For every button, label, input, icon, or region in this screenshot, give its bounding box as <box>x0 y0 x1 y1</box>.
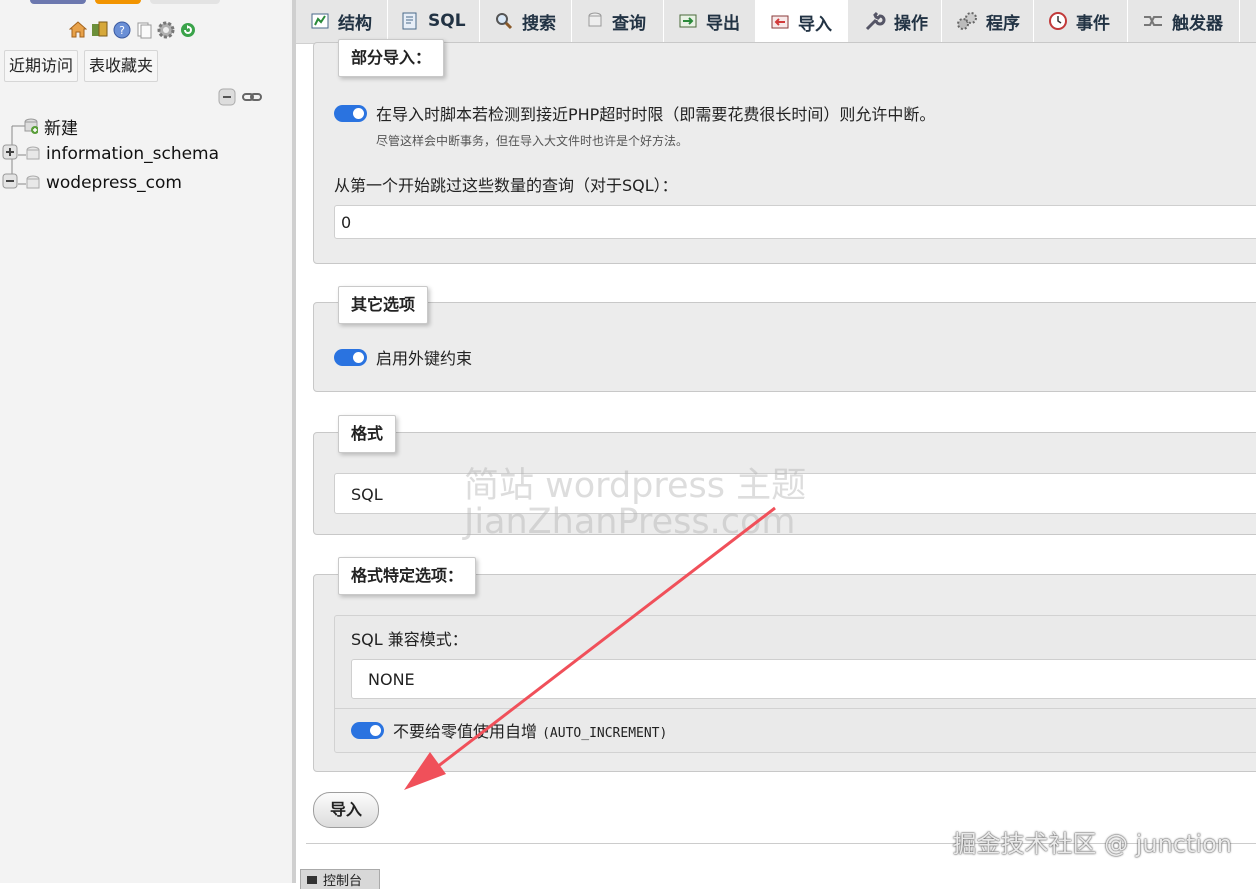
sql-options-panel: SQL 兼容模式： NONE 不要给零值使用自增 (AUTO_INCREMENT… <box>334 615 1256 753</box>
recent-tables-button[interactable]: 近期访问 <box>4 50 79 82</box>
no-auto-value-label[interactable]: 不要给零值使用自增 (AUTO_INCREMENT) <box>393 718 667 742</box>
tree-item-label: information_schema <box>46 144 220 164</box>
tab-label: 导入 <box>798 14 832 35</box>
no-auto-value-code: (AUTO_INCREMENT) <box>542 726 668 741</box>
tree-item-information-schema[interactable]: information_schema <box>2 141 219 167</box>
fieldset-legend: 部分导入： <box>338 39 445 77</box>
no-auto-value-toggle[interactable] <box>351 721 384 739</box>
format-select[interactable]: SQL <box>334 473 1256 514</box>
allow-interrupt-hint: 尽管这样会中断事务，但在导入大文件时也许是个好方法。 <box>376 134 689 148</box>
collapse-all-icon[interactable] <box>218 88 236 110</box>
structure-icon <box>311 13 329 29</box>
fieldset-legend: 格式特定选项： <box>338 557 477 595</box>
settings-icon[interactable] <box>156 20 175 39</box>
format-specific-fieldset: 格式特定选项： SQL 兼容模式： NONE 不要给零值使用自增 (AUTO_I… <box>313 557 1256 772</box>
home-icon[interactable] <box>68 20 87 39</box>
sql-icon <box>402 12 417 30</box>
new-db-icon <box>24 118 38 134</box>
tab-label: 操作 <box>894 13 928 34</box>
format-fieldset: 格式 SQL <box>313 415 1256 535</box>
tab-label: 事件 <box>1076 13 1110 34</box>
help-icon[interactable]: ? <box>112 20 131 39</box>
tab-sql[interactable]: SQL <box>388 0 480 42</box>
compat-mode-select[interactable]: NONE <box>351 659 1256 699</box>
tab-label: 搜索 <box>522 13 556 34</box>
reload-icon[interactable] <box>178 20 197 39</box>
tab-label: SQL <box>428 11 466 31</box>
tree-item-label: wodepress_com <box>46 173 182 193</box>
tab-triggers[interactable]: 触发器 <box>1128 0 1240 42</box>
tab-label: 导出 <box>706 13 740 34</box>
docs-icon[interactable] <box>134 20 153 39</box>
tab-search[interactable]: 搜索 <box>480 0 572 42</box>
import-page: 部分导入： 在导入时脚本若检测到接近PHP超时时限（即需要花费很长时间）则允许中… <box>296 39 1256 889</box>
console-toggle[interactable]: 控制台 <box>300 869 380 889</box>
foreign-key-option: 启用外键约束 <box>334 345 472 369</box>
tab-events[interactable]: 事件 <box>1034 0 1128 42</box>
trigger-icon <box>1144 16 1162 26</box>
tree-controls <box>218 88 262 110</box>
query-icon <box>588 12 602 27</box>
favorite-tables-button[interactable]: 表收藏夹 <box>84 50 159 82</box>
allow-interrupt-toggle[interactable] <box>334 104 367 122</box>
tab-label: 查询 <box>612 13 646 34</box>
tab-routines[interactable]: 程序 <box>942 0 1034 42</box>
tree-item-new[interactable]: 新建 <box>24 113 78 139</box>
quick-icons: ? <box>68 20 197 39</box>
sql-window-icon[interactable] <box>90 20 109 39</box>
tab-label: 触发器 <box>1172 13 1223 34</box>
link-with-main-icon[interactable] <box>242 88 262 110</box>
wrench-icon <box>865 11 886 31</box>
foreign-key-toggle[interactable] <box>334 348 367 366</box>
partial-import-fieldset: 部分导入： 在导入时脚本若检测到接近PHP超时时限（即需要花费很长时间）则允许中… <box>313 39 1256 264</box>
tab-operations[interactable]: 操作 <box>848 0 942 42</box>
no-auto-value-text: 不要给零值使用自增 <box>393 722 538 741</box>
svg-text:?: ? <box>119 24 125 37</box>
navigation-sidebar: ? 近期访问 表收藏夹 新建 information_schema wodepr… <box>0 0 292 883</box>
database-icon <box>26 146 40 160</box>
divider <box>335 708 1256 709</box>
tab-label: 程序 <box>986 13 1020 34</box>
skip-queries-label: 从第一个开始跳过这些数量的查询（对于SQL）： <box>334 176 678 195</box>
skip-queries-input[interactable]: 0 <box>334 205 1256 239</box>
clock-icon <box>1049 12 1067 30</box>
expand-icon[interactable] <box>2 144 18 165</box>
top-menu-tabs: 结构 SQL 搜索 查询 导出 导入 操作 程序 事件 触发器 <box>296 0 1256 44</box>
footer-credit: 掘金技术社区 @ junction <box>952 830 1232 858</box>
allow-interrupt-label[interactable]: 在导入时脚本若检测到接近PHP超时时限（即需要花费很长时间）则允许中断。 <box>376 101 935 125</box>
tree-item-wodepress-com[interactable]: wodepress_com <box>2 170 182 196</box>
import-submit-button[interactable]: 导入 <box>313 792 379 828</box>
database-icon <box>26 175 40 189</box>
fieldset-legend: 其它选项 <box>338 286 429 324</box>
other-options-fieldset: 其它选项 启用外键约束 <box>313 286 1256 392</box>
foreign-key-label[interactable]: 启用外键约束 <box>376 345 472 369</box>
tab-structure[interactable]: 结构 <box>296 0 388 42</box>
compat-mode-label: SQL 兼容模式： <box>351 630 468 649</box>
import-icon <box>771 15 789 29</box>
tab-export[interactable]: 导出 <box>664 0 756 42</box>
no-auto-value-on-zero-option: 不要给零值使用自增 (AUTO_INCREMENT) <box>351 718 667 742</box>
fieldset-legend: 格式 <box>338 415 397 453</box>
search-icon <box>496 13 513 30</box>
routines-icon <box>957 12 977 30</box>
tab-query[interactable]: 查询 <box>572 0 664 42</box>
phpmyadmin-logo[interactable] <box>30 0 220 4</box>
console-icon <box>307 875 317 884</box>
tree-item-label: 新建 <box>44 118 78 139</box>
console-label: 控制台 <box>323 874 363 889</box>
collapse-icon[interactable] <box>2 173 18 194</box>
tab-label: 结构 <box>338 13 372 34</box>
tab-import[interactable]: 导入 <box>756 0 848 44</box>
allow-interrupt-option: 在导入时脚本若检测到接近PHP超时时限（即需要花费很长时间）则允许中断。 <box>334 101 935 125</box>
export-icon <box>679 14 697 28</box>
